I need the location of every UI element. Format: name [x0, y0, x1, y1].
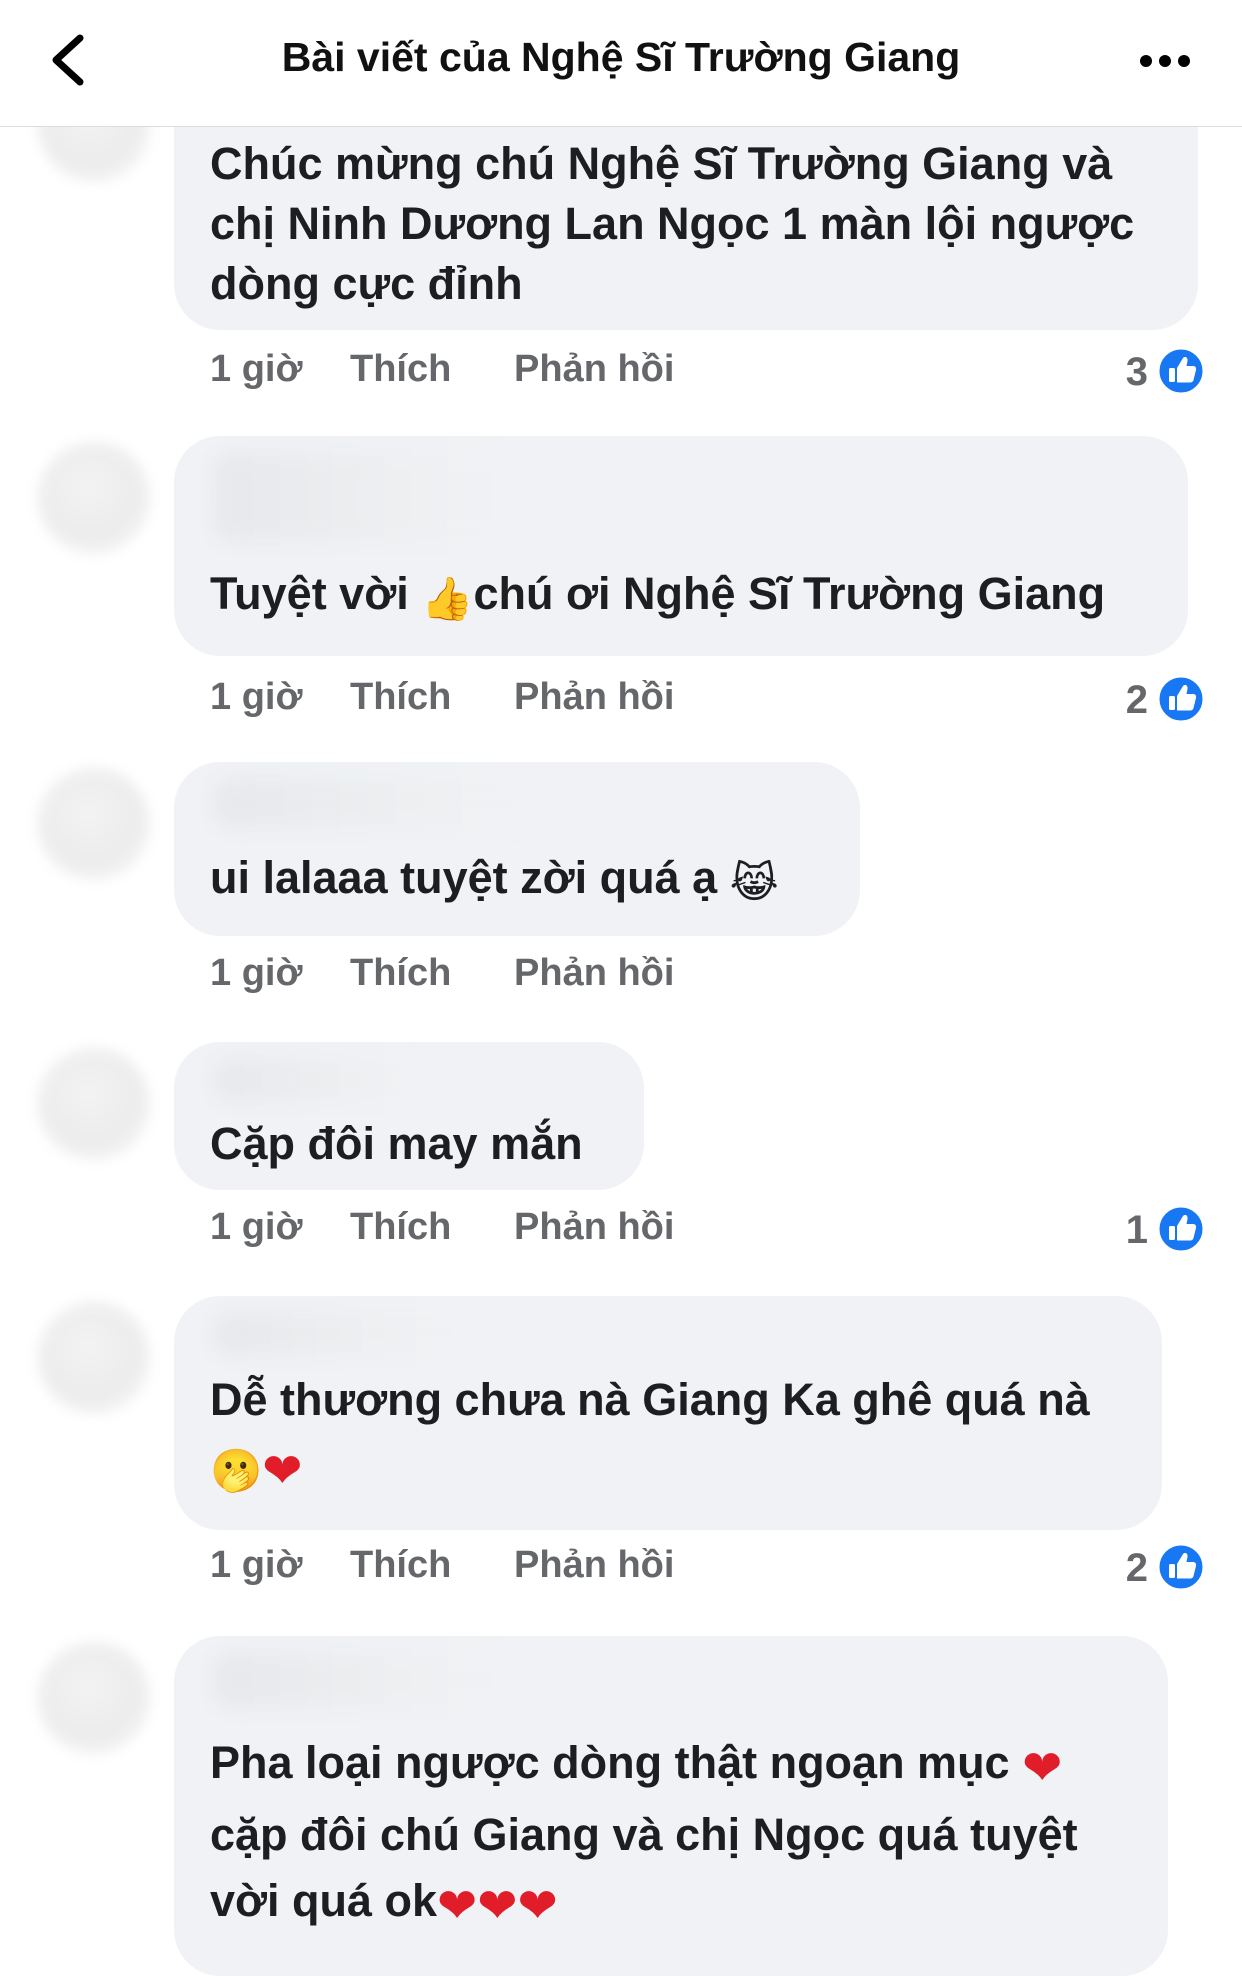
comment-author[interactable] [214, 1312, 474, 1356]
comment-text: Tuyệt vời [210, 568, 422, 619]
like-button[interactable]: Thích [350, 1544, 451, 1587]
reaction-summary[interactable]: 1 [1086, 1204, 1206, 1254]
comment-author[interactable] [214, 778, 534, 828]
reaction-summary[interactable]: 2 [1086, 674, 1206, 724]
comment-author[interactable] [214, 452, 514, 542]
comment-author[interactable] [214, 1652, 514, 1708]
comment-text: Pha loại ngược dòng thật ngoạn mục [210, 1737, 1023, 1788]
avatar[interactable] [38, 1302, 150, 1414]
reply-button[interactable]: Phản hồi [514, 676, 674, 719]
thumbs-up-icon [1156, 1204, 1206, 1254]
comment-time: 1 giờ [210, 676, 303, 718]
reaction-summary[interactable]: 2 [1086, 1542, 1206, 1592]
comment-bubble[interactable]: Tuyệt vời 👍chú ơi Nghệ Sĩ Trường Giang [174, 436, 1188, 656]
comment-bubble[interactable]: Dễ thương chưa nà Giang Ka ghê quá nà 🫢❤ [174, 1296, 1162, 1530]
comment-text: chú ơi Nghệ Sĩ Trường Giang [473, 568, 1106, 619]
comment-time: 1 giờ [210, 952, 303, 994]
reaction-count: 3 [1125, 350, 1148, 394]
comment-text: Cặp đôi may mắn [210, 1118, 583, 1169]
back-button[interactable] [40, 28, 100, 92]
like-button[interactable]: Thích [350, 676, 451, 719]
comment-time: 1 giờ [210, 348, 303, 390]
reaction-summary[interactable]: 3 [1086, 346, 1206, 396]
avatar[interactable] [38, 768, 150, 880]
more-horizontal-icon [1140, 55, 1190, 67]
reply-button[interactable]: Phản hồi [514, 348, 674, 391]
comment-text: Chúc mừng chú Nghệ Sĩ Trường Giang và [210, 138, 1113, 189]
reply-button[interactable]: Phản hồi [514, 1206, 674, 1249]
comment-bubble[interactable]: Chúc mừng chú Nghệ Sĩ Trường Giang và ch… [174, 110, 1198, 330]
page-title: Bài viết của Nghệ Sĩ Trường Giang [281, 34, 961, 80]
comment-bubble[interactable]: Pha loại ngược dòng thật ngoạn mục ❤ cặp… [174, 1636, 1168, 1976]
comment-text: dòng cực đỉnh [210, 258, 523, 309]
more-options-button[interactable] [1130, 36, 1200, 86]
comment-time: 1 giờ [210, 1544, 303, 1586]
comment-text: vời quá ok [210, 1875, 438, 1926]
comment-time: 1 giờ [210, 1206, 303, 1248]
avatar[interactable] [38, 1642, 150, 1754]
heart-emoji: ❤ [1022, 1742, 1063, 1795]
reply-button[interactable]: Phản hồi [514, 1544, 674, 1587]
comment-bubble[interactable]: Cặp đôi may mắn [174, 1042, 644, 1190]
hearts-emoji: ❤❤❤ [437, 1880, 558, 1933]
thumbs-up-icon [1156, 1542, 1206, 1592]
comment-text: Dễ thương chưa nà Giang Ka ghê quá nà [210, 1374, 1090, 1425]
thumbs-up-icon [1156, 674, 1206, 724]
chevron-left-icon [52, 34, 84, 86]
like-button[interactable]: Thích [350, 952, 451, 995]
reply-button[interactable]: Phản hồi [514, 952, 674, 995]
comment-text: chị Ninh Dương Lan Ngọc 1 màn lội ngược [210, 198, 1135, 249]
thumbs-up-icon [1156, 346, 1206, 396]
top-bar: Bài viết của Nghệ Sĩ Trường Giang [0, 0, 1242, 127]
avatar[interactable] [38, 1048, 150, 1160]
heart-emoji: ❤ [262, 1445, 303, 1498]
reaction-count: 1 [1125, 1208, 1148, 1252]
reaction-count: 2 [1125, 678, 1148, 722]
comment-author[interactable] [214, 1058, 434, 1102]
thumbs-up-emoji: 👍 [421, 575, 474, 622]
reaction-count: 2 [1125, 1546, 1148, 1590]
comment-text: cặp đôi chú Giang và chị Ngọc quá tuyệt [210, 1809, 1078, 1860]
avatar[interactable] [38, 442, 150, 554]
like-button[interactable]: Thích [350, 1206, 451, 1249]
like-button[interactable]: Thích [350, 348, 451, 391]
cat-tears-emoji: 😹 [729, 859, 779, 906]
comment-text: ui lalaaa tuyệt zời quá ạ [210, 852, 730, 903]
comment-bubble[interactable]: ui lalaaa tuyệt zời quá ạ 😹 [174, 762, 860, 936]
face-with-hand-emoji: 🫢 [210, 1447, 263, 1494]
